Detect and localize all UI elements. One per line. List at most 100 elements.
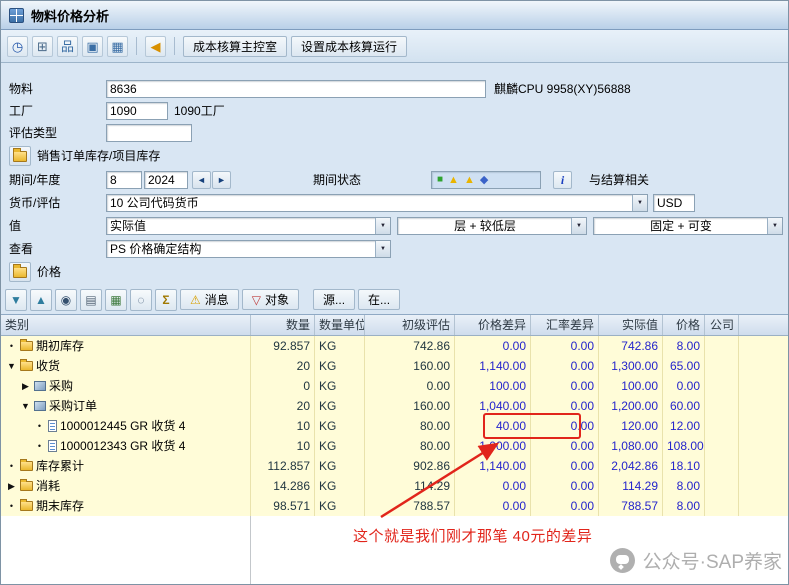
sales-order-stock-button[interactable] — [9, 146, 31, 166]
clock-icon[interactable]: ◷ — [7, 36, 28, 57]
previous-period-button[interactable]: ◄ — [192, 171, 211, 189]
column-header-price-diff[interactable]: 价格差异 — [455, 315, 531, 335]
tree-expander-expanded[interactable]: ▼ — [20, 397, 31, 415]
tree-bullet[interactable]: • — [6, 457, 17, 475]
company-cell — [705, 476, 739, 496]
status-blue-diamond-icon: ◆ — [480, 175, 488, 186]
application-toolbar: ◷ ⊞ 品 ▣ ▦ ◀ 成本核算主控室 设置成本核算运行 — [1, 30, 788, 63]
price-diff-cell: 0.00 — [455, 336, 531, 356]
price-cell: 65.00 — [663, 356, 705, 376]
price-diff-cell: 100.00 — [455, 376, 531, 396]
table-row-purchasing[interactable]: ▶ 采购 0 KG 0.00 100.00 0.00 100.00 0.00 — [1, 376, 788, 396]
tree-expander-collapsed[interactable]: ▶ — [20, 377, 31, 395]
valuation-type-label: 评估类型 — [9, 124, 57, 142]
column-header-quantity[interactable]: 数量 — [251, 315, 315, 335]
unit-cell: KG — [315, 436, 365, 456]
column-header-company[interactable]: 公司 — [705, 315, 739, 335]
price-cell: 12.00 — [663, 416, 705, 436]
view-select[interactable]: PS 价格确定结构 ▼ — [106, 240, 391, 258]
tree-bullet[interactable]: • — [6, 337, 17, 355]
row-label: 库存累计 — [36, 457, 84, 475]
chevron-down-icon[interactable]: ▼ — [767, 218, 782, 234]
row-label: 采购 — [49, 377, 73, 395]
prices-section-button[interactable] — [9, 262, 31, 282]
fixed-variable-select[interactable]: 固定 + 可变 ▼ — [593, 217, 783, 235]
objects-button[interactable]: ▽ 对象 — [242, 289, 299, 310]
monitor-icon[interactable]: ▣ — [82, 36, 103, 57]
quantity-cell: 20 — [251, 356, 315, 376]
period-input[interactable] — [106, 171, 142, 189]
search-icon[interactable]: ◌ — [130, 289, 152, 311]
tree-bullet[interactable]: • — [6, 497, 17, 515]
unit-cell: KG — [315, 376, 365, 396]
hierarchy-icon[interactable]: 品 — [57, 36, 78, 57]
material-description: 麒麟CPU 9958(XY)56888 — [494, 80, 631, 98]
toolbar-separator — [136, 37, 137, 55]
status-yellow-triangle-icon: ▲ — [448, 175, 459, 186]
tree-bullet[interactable]: • — [34, 437, 45, 455]
watermark-text: 公众号·SAP养家 — [643, 547, 782, 574]
material-input[interactable] — [106, 80, 486, 98]
print-icon[interactable]: ▤ — [80, 289, 102, 311]
tree-expander-expanded[interactable]: ▼ — [6, 357, 17, 375]
quantity-cell: 0 — [251, 376, 315, 396]
info-icon[interactable]: i — [553, 171, 572, 189]
chevron-down-icon[interactable]: ▼ — [632, 195, 647, 211]
purchasing-icon — [34, 381, 46, 391]
table-row-opening-stock[interactable]: • 期初库存 92.857 KG 742.86 0.00 0.00 742.86… — [1, 336, 788, 356]
filler-cell — [739, 456, 788, 476]
table-row-goods-receipts[interactable]: ▼ 收货 20 KG 160.00 1,140.00 0.00 1,300.00… — [1, 356, 788, 376]
actual-value-cell: 1,200.00 — [599, 396, 663, 416]
plant-input[interactable] — [106, 102, 168, 120]
sum-icon[interactable]: Σ — [155, 289, 177, 311]
sort-descending-icon[interactable]: ▼ — [5, 289, 27, 311]
insert-column-icon[interactable]: ▦ — [105, 289, 127, 311]
costing-run-button[interactable]: 设置成本核算运行 — [291, 36, 407, 57]
level-select[interactable]: 层 + 较低层 ▼ — [397, 217, 587, 235]
company-cell — [705, 376, 739, 396]
column-header-price[interactable]: 价格 — [663, 315, 705, 335]
next-period-button[interactable]: ► — [212, 171, 231, 189]
year-input[interactable] — [144, 171, 188, 189]
plant-label: 工厂 — [9, 102, 33, 120]
column-header-unit[interactable]: 数量单位 — [315, 315, 365, 335]
column-header-category[interactable]: 类别 — [1, 315, 251, 335]
quantity-cell: 92.857 — [251, 336, 315, 356]
company-cell — [705, 436, 739, 456]
column-header-prelim-valuation[interactable]: 初级评估 — [365, 315, 455, 335]
tree-expander-collapsed[interactable]: ▶ — [6, 477, 17, 495]
valuation-type-input[interactable] — [106, 124, 192, 142]
currency-valuation-select[interactable]: 10 公司代码货币 ▼ — [106, 194, 648, 212]
sort-ascending-icon[interactable]: ▲ — [30, 289, 52, 311]
unit-cell: KG — [315, 496, 365, 516]
currency-code-field: USD — [653, 194, 695, 212]
binoculars-icon[interactable]: ◉ — [55, 289, 77, 311]
announce-icon[interactable]: ◀ — [145, 36, 166, 57]
actual-value-cell: 1,300.00 — [599, 356, 663, 376]
prelim-valuation-cell: 0.00 — [365, 376, 455, 396]
chevron-down-icon[interactable]: ▼ — [375, 241, 390, 257]
company-cell — [705, 416, 739, 436]
messages-button[interactable]: ⚠ 消息 — [180, 289, 239, 310]
column-header-exch-diff[interactable]: 汇率差异 — [531, 315, 599, 335]
value-type-select[interactable]: 实际值 ▼ — [106, 217, 391, 235]
table-row-purchase-orders[interactable]: ▼ 采购订单 20 KG 160.00 1,040.00 0.00 1,200.… — [1, 396, 788, 416]
quantity-cell: 10 — [251, 416, 315, 436]
column-header-actual-value[interactable]: 实际值 — [599, 315, 663, 335]
source-button[interactable]: 源... — [313, 289, 355, 310]
window-icon[interactable]: ⊞ — [32, 36, 53, 57]
folder-icon — [20, 501, 33, 511]
chevron-down-icon[interactable]: ▼ — [375, 218, 390, 234]
actual-value-cell: 742.86 — [599, 336, 663, 356]
filler-cell — [739, 476, 788, 496]
chevron-down-icon[interactable]: ▼ — [571, 218, 586, 234]
tree-bullet[interactable]: • — [34, 417, 45, 435]
in-button[interactable]: 在... — [358, 289, 400, 310]
folder-icon — [13, 267, 27, 278]
unit-cell: KG — [315, 396, 365, 416]
cost-cockpit-button[interactable]: 成本核算主控室 — [183, 36, 287, 57]
table-grid-icon[interactable]: ▦ — [107, 36, 128, 57]
sap-window: 物料价格分析 ◷ ⊞ 品 ▣ ▦ ◀ 成本核算主控室 设置成本核算运行 物料 麒… — [0, 0, 789, 585]
view-label: 查看 — [9, 240, 33, 258]
quantity-cell: 10 — [251, 436, 315, 456]
